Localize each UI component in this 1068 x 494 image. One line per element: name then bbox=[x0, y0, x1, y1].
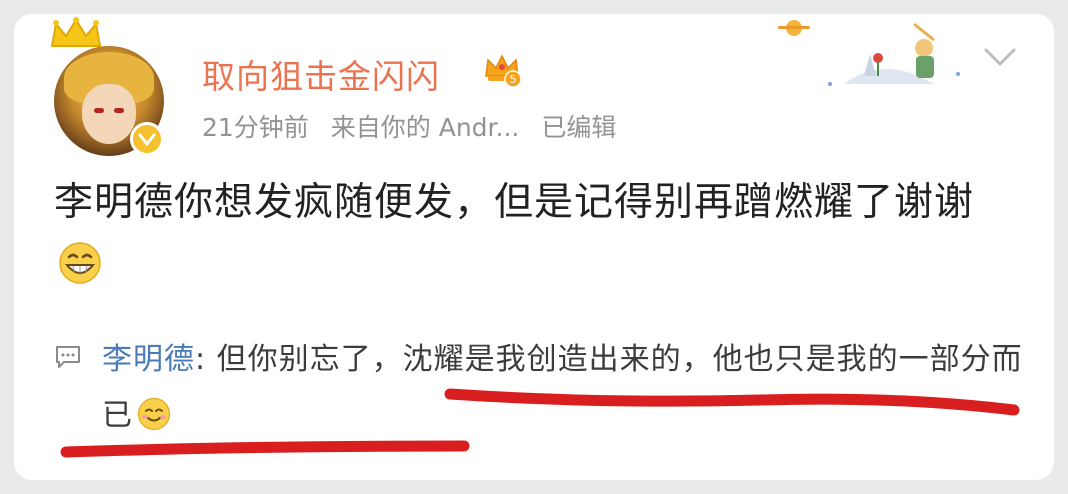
chevron-down-icon[interactable] bbox=[982, 44, 1018, 70]
comment-icon bbox=[56, 346, 80, 368]
post-source[interactable]: 来自你的 Andr... bbox=[331, 113, 520, 142]
crown-icon bbox=[50, 17, 102, 47]
vip-crown-icon[interactable]: 5 bbox=[482, 52, 522, 88]
post-content: 李明德你想发疯随便发，但是记得别再蹭燃耀了谢谢 bbox=[54, 172, 1014, 296]
top-comment: 李明德: 但你别忘了，沈耀是我创造出来的，他也只是我的一部分而已 bbox=[102, 342, 1023, 433]
smiling-emoji bbox=[137, 397, 171, 431]
decoration-illustration bbox=[778, 20, 960, 86]
username[interactable]: 取向狙击金闪闪 bbox=[202, 50, 440, 98]
verified-badge-icon bbox=[130, 122, 164, 156]
post-time: 21分钟前 bbox=[202, 113, 309, 142]
weibo-post-card: 取向狙击金闪闪 5 21分钟前 来自你的 Andr... 已编辑 李明德你想发疯… bbox=[14, 14, 1054, 480]
grinning-emoji bbox=[59, 242, 101, 284]
comment-author[interactable]: 李明德 bbox=[102, 342, 195, 377]
comment-text: 但你别忘了，沈耀是我创造出来的，他也只是我的一部分而已 bbox=[102, 342, 1023, 433]
edited-label: 已编辑 bbox=[541, 113, 617, 142]
post-meta: 21分钟前 来自你的 Andr... 已编辑 bbox=[202, 108, 630, 144]
svg-text:5: 5 bbox=[510, 73, 517, 86]
